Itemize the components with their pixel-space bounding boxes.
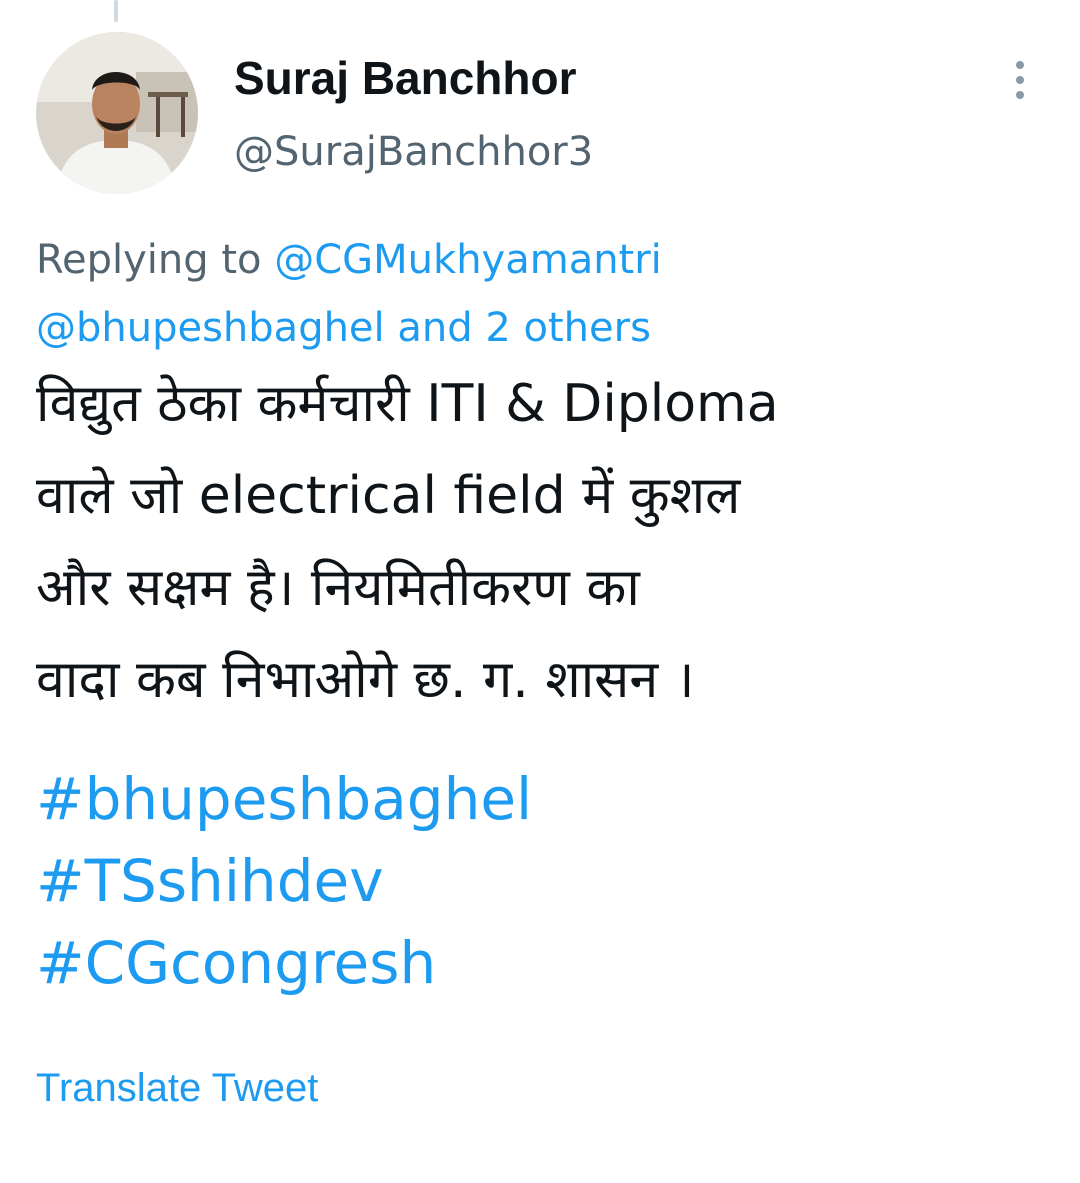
mention-link[interactable]: @bhupeshbaghel — [36, 305, 385, 351]
more-vertical-icon-dot — [1016, 61, 1024, 69]
replying-to-line: Replying to @CGMukhyamantri @bhupeshbagh… — [36, 226, 1046, 362]
tweet-text-line: वाले जो electrical field में कुशल — [36, 466, 741, 526]
tweet-text-line: वादा कब निभाओगे छ. ग. शासन । — [36, 650, 695, 710]
tweet-text-line: और सक्षम है। नियमितीकरण का — [36, 558, 640, 618]
hashtag-list: #bhupeshbaghel #TSshihdev #CGcongresh — [36, 758, 532, 1004]
translate-tweet-link[interactable]: Translate Tweet — [36, 1060, 318, 1116]
hashtag-link[interactable]: #CGcongresh — [36, 922, 532, 1004]
thread-connector-line — [114, 0, 118, 22]
more-options-button[interactable] — [1000, 58, 1040, 102]
more-vertical-icon-dot — [1016, 91, 1024, 99]
hashtag-link[interactable]: #bhupeshbaghel — [36, 758, 532, 840]
hashtag-link[interactable]: #TSshihdev — [36, 840, 532, 922]
author-display-name[interactable]: Suraj Banchhor — [234, 50, 577, 106]
profile-photo-icon — [36, 32, 198, 194]
mention-link[interactable]: @CGMukhyamantri — [274, 237, 662, 283]
tweet-text-line: विद्युत ठेका कर्मचारी ITI & Diploma — [36, 374, 779, 434]
more-vertical-icon-dot — [1016, 76, 1024, 84]
reply-others-link[interactable]: and 2 others — [397, 305, 651, 351]
tweet-text: विद्युत ठेका कर्मचारी ITI & Diploma वाले… — [36, 358, 1056, 726]
replying-to-label: Replying to — [36, 237, 275, 283]
avatar[interactable] — [36, 32, 198, 194]
author-handle[interactable]: @SurajBanchhor3 — [234, 124, 593, 180]
